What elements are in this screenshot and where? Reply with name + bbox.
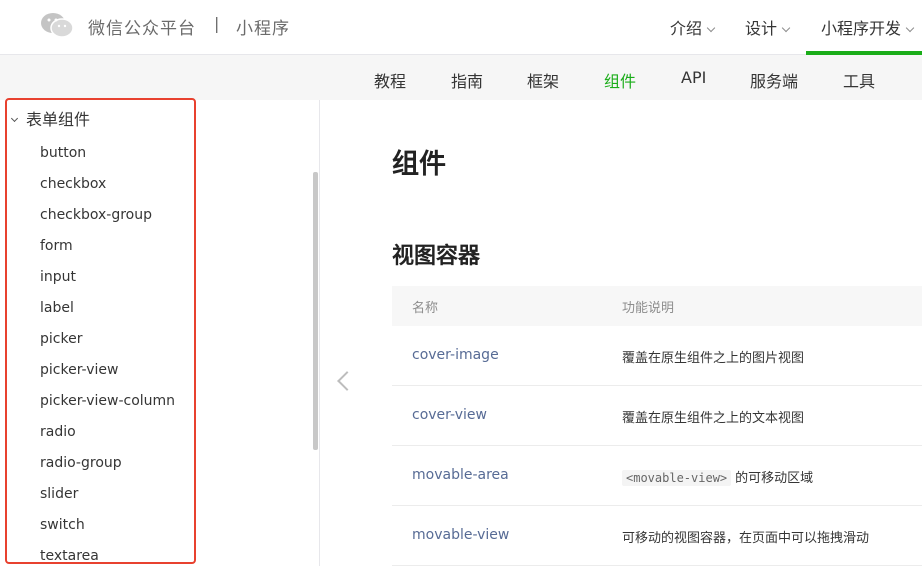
component-description: 可移动的视图容器，在页面中可以拖拽滑动 — [622, 531, 870, 546]
page-title: 组件 — [392, 149, 446, 180]
table-header: 名称 功能说明 — [392, 286, 922, 326]
sidebar-item-picker[interactable]: picker — [40, 331, 82, 347]
table-row: movable-view 可移动的视图容器，在页面中可以拖拽滑动 — [392, 506, 922, 566]
sidebar-item-radio[interactable]: radio — [40, 424, 76, 440]
chevron-down-icon — [781, 23, 791, 33]
topnav-design[interactable]: 设计 — [745, 15, 791, 39]
table-row: cover-image 覆盖在原生组件之上的图片视图 — [392, 326, 922, 386]
table-row: cover-view 覆盖在原生组件之上的文本视图 — [392, 386, 922, 446]
sidebar-item-label[interactable]: label — [40, 300, 74, 316]
sidebar-item-picker-view[interactable]: picker-view — [40, 362, 118, 378]
component-link[interactable]: movable-area — [412, 467, 509, 483]
sidebar-item-input[interactable]: input — [40, 269, 76, 285]
table-row: movable-area <movable-view> 的可移动区域 — [392, 446, 922, 506]
wechat-logo-icon[interactable] — [40, 12, 74, 38]
sidebar-item-checkbox[interactable]: checkbox — [40, 176, 106, 192]
component-description: <movable-view> 的可移动区域 — [622, 467, 813, 486]
section-title: 视图容器 — [392, 244, 481, 269]
column-header-description: 功能说明 — [622, 301, 675, 316]
brand-subtitle[interactable]: 小程序 — [236, 14, 290, 39]
chevron-left-icon[interactable] — [337, 371, 357, 391]
subnav-framework[interactable]: 框架 — [527, 68, 559, 92]
sidebar-item-checkbox-group[interactable]: checkbox-group — [40, 207, 152, 223]
sidebar-item-radio-group[interactable]: radio-group — [40, 455, 122, 471]
sidebar-group-form-components[interactable]: 表单组件 — [10, 106, 90, 130]
sidebar-item-switch[interactable]: switch — [40, 517, 85, 533]
secondary-nav: 教程 指南 框架 组件 API 服务端 工具 — [0, 55, 922, 100]
brand-name[interactable]: 微信公众平台 — [88, 14, 196, 39]
sidebar-item-form[interactable]: form — [40, 238, 73, 254]
inline-code: <movable-view> — [622, 470, 732, 486]
component-description: 覆盖在原生组件之上的图片视图 — [622, 351, 805, 366]
topnav-miniprogram-dev[interactable]: 小程序开发 — [821, 15, 915, 39]
subnav-tools[interactable]: 工具 — [843, 68, 875, 92]
top-header: 微信公众平台 | 小程序 介绍 设计 小程序开发 — [0, 0, 922, 55]
chevron-down-icon — [905, 23, 915, 33]
subnav-guide[interactable]: 指南 — [451, 68, 483, 92]
component-link[interactable]: cover-view — [412, 407, 487, 423]
sidebar-scrollbar[interactable] — [313, 172, 318, 450]
subnav-api[interactable]: API — [681, 68, 706, 87]
sidebar-item-button[interactable]: button — [40, 145, 86, 161]
sidebar-item-picker-view-column[interactable]: picker-view-column — [40, 393, 175, 409]
brand-separator: | — [214, 14, 220, 33]
subnav-components[interactable]: 组件 — [604, 68, 636, 92]
component-description: 覆盖在原生组件之上的文本视图 — [622, 411, 805, 426]
sidebar-item-textarea[interactable]: textarea — [40, 548, 99, 564]
subnav-tutorial[interactable]: 教程 — [374, 68, 406, 92]
component-link[interactable]: cover-image — [412, 347, 499, 363]
component-link[interactable]: movable-view — [412, 527, 509, 543]
components-table: 名称 功能说明 cover-image 覆盖在原生组件之上的图片视图 cover… — [392, 286, 922, 566]
subnav-server[interactable]: 服务端 — [750, 68, 798, 92]
column-header-name: 名称 — [412, 301, 439, 316]
chevron-down-icon — [706, 23, 716, 33]
sidebar-item-slider[interactable]: slider — [40, 486, 78, 502]
chevron-down-icon — [10, 114, 19, 123]
topnav-intro[interactable]: 介绍 — [670, 15, 716, 39]
highlight-annotation-box — [5, 98, 196, 564]
